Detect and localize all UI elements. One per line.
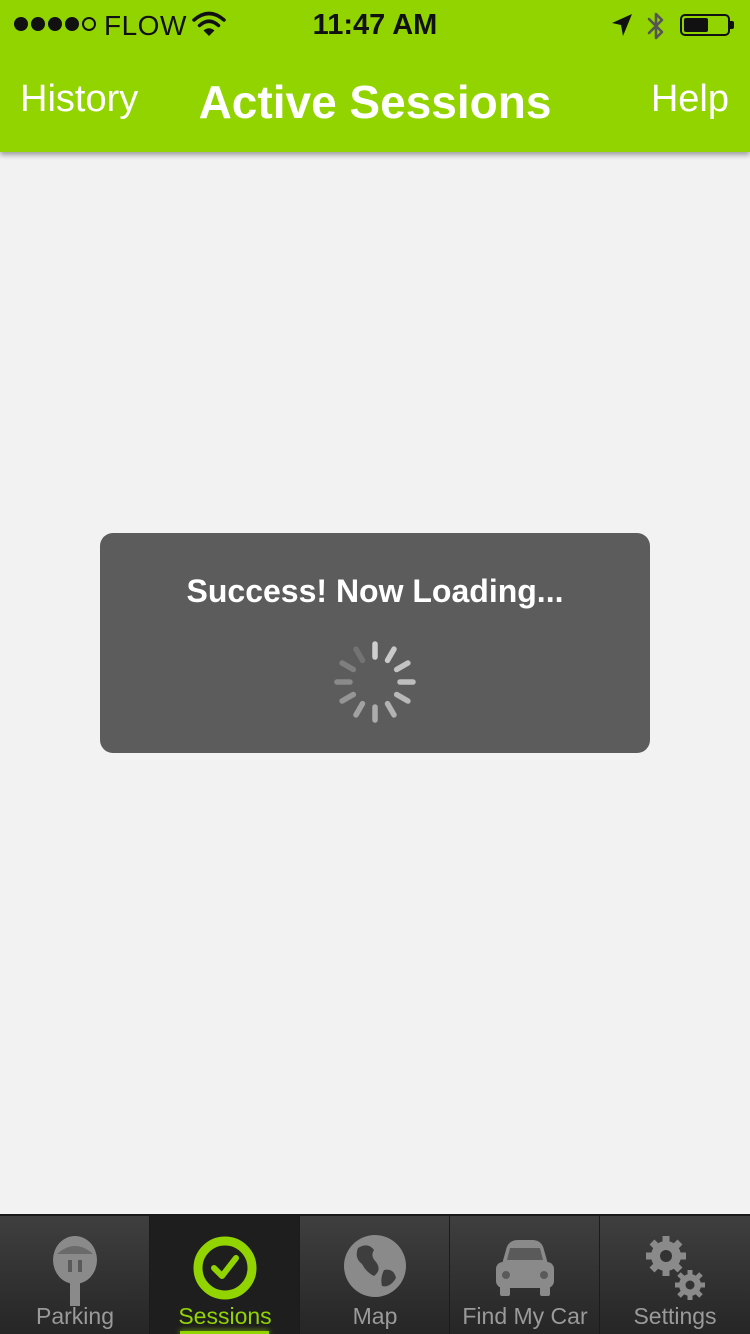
- tab-settings[interactable]: Settings: [600, 1216, 750, 1334]
- app-header: FLOW 11:47 AM History Active Sessions He…: [0, 0, 750, 152]
- loading-message: Success! Now Loading...: [186, 573, 564, 609]
- battery-fill: [684, 18, 708, 32]
- parking-meter-icon: [53, 1236, 97, 1306]
- tab-bar: Parking Sessions Map Find My Car Setting…: [0, 1214, 750, 1334]
- status-time: 11:47 AM: [312, 9, 438, 41]
- car-icon: [496, 1240, 554, 1296]
- activity-spinner-icon: [334, 641, 416, 723]
- clock-check-icon: [193, 1236, 257, 1300]
- tab-find-my-car[interactable]: Find My Car: [450, 1216, 600, 1334]
- status-bar: FLOW 11:47 AM: [0, 0, 750, 52]
- tab-label: Settings: [633, 1303, 717, 1329]
- battery-nub: [730, 21, 734, 29]
- page-title: Active Sessions: [198, 76, 552, 128]
- loading-hud: Success! Now Loading...: [100, 533, 650, 753]
- tab-label: Map: [352, 1303, 398, 1329]
- tab-label: Find My Car: [462, 1303, 588, 1329]
- tab-parking[interactable]: Parking: [0, 1216, 150, 1334]
- globe-icon: [344, 1235, 406, 1297]
- tab-label: Sessions: [178, 1303, 272, 1329]
- tab-label: Parking: [36, 1303, 114, 1329]
- location-arrow-icon: [612, 14, 632, 36]
- tab-sessions[interactable]: Sessions: [150, 1216, 300, 1334]
- tab-map[interactable]: Map: [300, 1216, 450, 1334]
- battery-icon: [680, 14, 734, 36]
- help-button[interactable]: Help: [651, 78, 729, 121]
- gears-icon: [646, 1236, 705, 1300]
- bluetooth-icon: [647, 12, 664, 40]
